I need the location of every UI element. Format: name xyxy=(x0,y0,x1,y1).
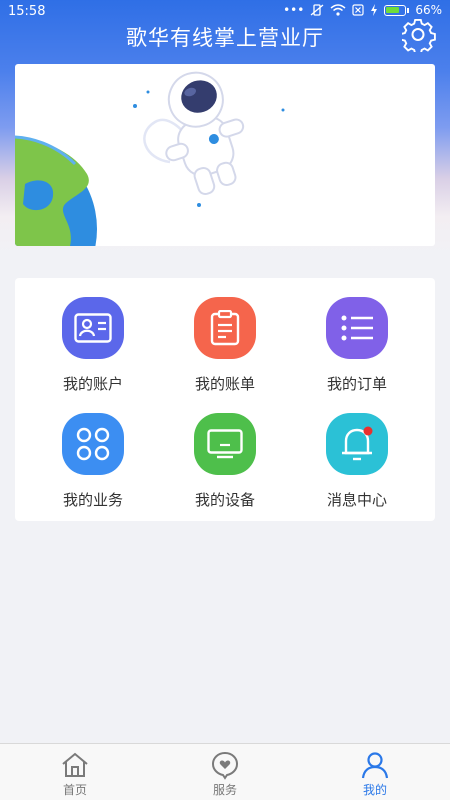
banner[interactable] xyxy=(15,64,435,246)
astronaut-earth-illustration xyxy=(15,71,285,246)
menu-message-center[interactable]: 消息中心 xyxy=(287,394,427,510)
tab-label: 首页 xyxy=(62,783,87,797)
user-icon xyxy=(361,752,389,779)
settings-gear-icon[interactable] xyxy=(402,18,436,52)
menu-label: 我的账单 xyxy=(194,375,255,393)
home-icon xyxy=(62,752,88,777)
battery-percent: 66% xyxy=(415,3,442,17)
menu-my-business[interactable]: 我的业务 xyxy=(23,394,163,510)
page-title: 歌华有线掌上营业厅 xyxy=(126,26,324,50)
bill-icon xyxy=(194,297,256,359)
battery-icon xyxy=(384,4,407,16)
mute-vibrate-icon xyxy=(310,4,324,16)
bottom-tab-bar: 首页 服务 我的 xyxy=(0,743,450,800)
menu-label: 我的账户 xyxy=(62,375,123,393)
status-bar: 15:58 ••• 66% xyxy=(0,0,450,24)
tab-home[interactable]: 首页 xyxy=(0,744,150,800)
menu-my-order[interactable]: 我的订单 xyxy=(287,278,427,394)
more-dots-icon: ••• xyxy=(283,3,305,17)
bell-icon xyxy=(326,413,388,475)
menu-label: 我的订单 xyxy=(326,375,387,393)
id-card-icon xyxy=(62,297,124,359)
wifi-icon xyxy=(330,4,346,16)
menu-label: 我的设备 xyxy=(194,491,255,509)
battery-tip xyxy=(407,7,410,13)
status-icons: ••• 66% xyxy=(283,3,442,17)
menu-label: 消息中心 xyxy=(326,491,387,509)
tab-mine[interactable]: 我的 xyxy=(300,744,450,800)
apps-grid-icon xyxy=(62,413,124,475)
tab-service[interactable]: 服务 xyxy=(150,744,300,800)
service-icon xyxy=(211,751,239,780)
order-list-icon xyxy=(326,297,388,359)
tab-label: 服务 xyxy=(212,783,237,797)
charging-icon xyxy=(371,4,378,16)
sim-x-icon xyxy=(352,4,364,16)
menu-my-device[interactable]: 我的设备 xyxy=(155,394,295,510)
menu-card: 我的账户 我的账单 我的订单 我的业务 我的设备 消息中心 xyxy=(15,278,435,521)
tab-label: 我的 xyxy=(362,783,387,797)
menu-my-bill[interactable]: 我的账单 xyxy=(155,278,295,394)
tv-icon xyxy=(194,413,256,475)
menu-my-account[interactable]: 我的账户 xyxy=(23,278,163,394)
status-time: 15:58 xyxy=(8,4,46,19)
menu-label: 我的业务 xyxy=(62,491,123,509)
